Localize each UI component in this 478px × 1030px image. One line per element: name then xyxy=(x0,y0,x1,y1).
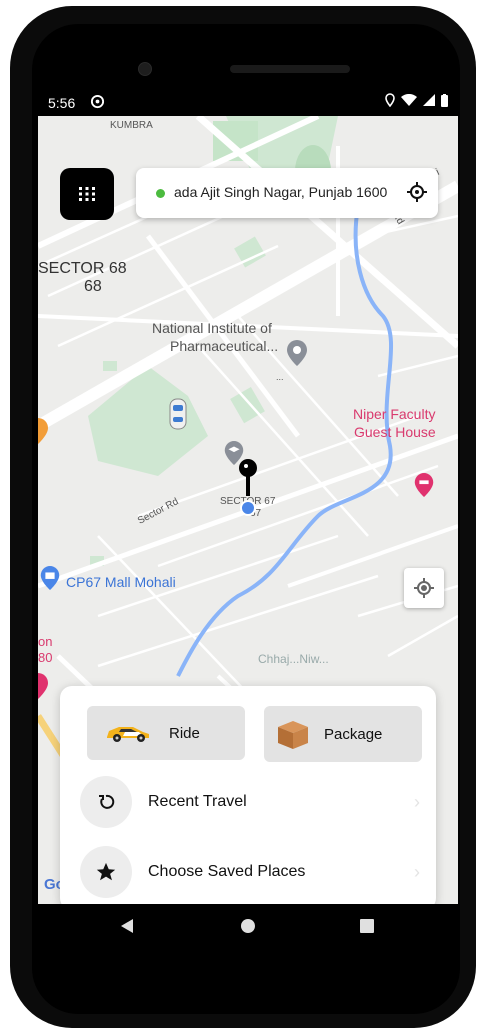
saved-places-label: Choose Saved Places xyxy=(148,863,306,880)
home-nav-icon[interactable] xyxy=(240,918,256,934)
app-screen: 5:56 KUMBRA SECTOR 68 68 National Instit… xyxy=(38,86,458,904)
poi-pin-icon[interactable] xyxy=(284,338,310,368)
grid-menu-icon xyxy=(79,187,95,201)
my-location-icon xyxy=(414,578,434,598)
restaurant-poi-icon[interactable] xyxy=(38,416,52,446)
map-label-niper-1: National Institute of xyxy=(152,320,272,336)
pickup-address[interactable]: ada Ajit Singh Nagar, Punjab 1600 xyxy=(174,184,402,200)
star-icon-circle xyxy=(80,846,132,898)
mall-poi-icon[interactable] xyxy=(38,564,62,592)
history-icon xyxy=(99,794,115,809)
package-label: Package xyxy=(324,725,383,743)
chevron-right-icon: › xyxy=(414,791,420,812)
map-label-niper-faculty-1: Niper Faculty xyxy=(353,406,436,422)
map-view[interactable]: KUMBRA SECTOR 68 68 National Institute o… xyxy=(38,116,458,904)
chevron-right-icon: › xyxy=(414,861,420,882)
map-label-cp67: CP67 Mall Mohali xyxy=(66,574,176,590)
recents-nav-icon[interactable] xyxy=(360,919,374,933)
status-icons xyxy=(385,93,448,107)
ride-option-button[interactable]: Ride xyxy=(87,706,245,760)
my-location-button[interactable] xyxy=(404,568,444,608)
pickup-dot xyxy=(156,189,165,198)
map-label-ellipsis: ... xyxy=(276,372,284,382)
front-camera xyxy=(138,62,152,76)
recent-travel-label: Recent Travel xyxy=(148,793,247,810)
star-icon xyxy=(96,862,116,881)
map-label-left-80: 80 xyxy=(38,650,53,665)
map-label-kumbra: KUMBRA xyxy=(110,120,153,131)
earpiece-speaker xyxy=(230,65,350,73)
map-label-sector68-number: 68 xyxy=(84,278,102,295)
car-icon xyxy=(107,727,149,742)
shop-poi-icon[interactable] xyxy=(38,671,52,699)
package-option-button[interactable]: Package xyxy=(264,706,422,762)
map-label-niper-2: Pharmaceutical... xyxy=(170,338,279,354)
map-label-ghost: Chhaj...Niw... xyxy=(258,652,329,666)
car-marker-icon xyxy=(169,398,187,430)
back-nav-icon[interactable] xyxy=(120,918,134,934)
map-label-sector68: SECTOR 68 xyxy=(38,260,127,277)
status-time: 5:56 xyxy=(48,95,76,111)
recent-travel-row[interactable]: Recent Travel › xyxy=(80,774,420,830)
map-label-left-on: on xyxy=(38,634,53,649)
menu-button[interactable] xyxy=(60,168,114,220)
pickup-location-bar[interactable]: ada Ajit Singh Nagar, Punjab 1600 xyxy=(136,168,438,218)
battery-icon xyxy=(441,93,448,107)
destination-pin-icon xyxy=(239,459,257,516)
android-nav-bar xyxy=(38,904,458,950)
status-bar: 5:56 xyxy=(38,86,458,116)
crosshair-icon[interactable] xyxy=(406,181,428,203)
package-box-icon xyxy=(278,721,308,749)
location-status-icon xyxy=(385,93,395,107)
ride-options-panel: Ride Package Recent Travel › Choose Save… xyxy=(60,686,436,904)
map-label-niper-faculty-2: Guest House xyxy=(354,424,436,440)
saved-places-row[interactable]: Choose Saved Places › xyxy=(80,844,420,900)
history-icon-circle xyxy=(80,776,132,828)
signal-icon xyxy=(423,94,435,106)
sync-icon xyxy=(90,94,105,109)
ride-label: Ride xyxy=(169,724,200,742)
hotel-poi-icon[interactable] xyxy=(412,470,436,500)
wifi-icon xyxy=(401,94,417,106)
